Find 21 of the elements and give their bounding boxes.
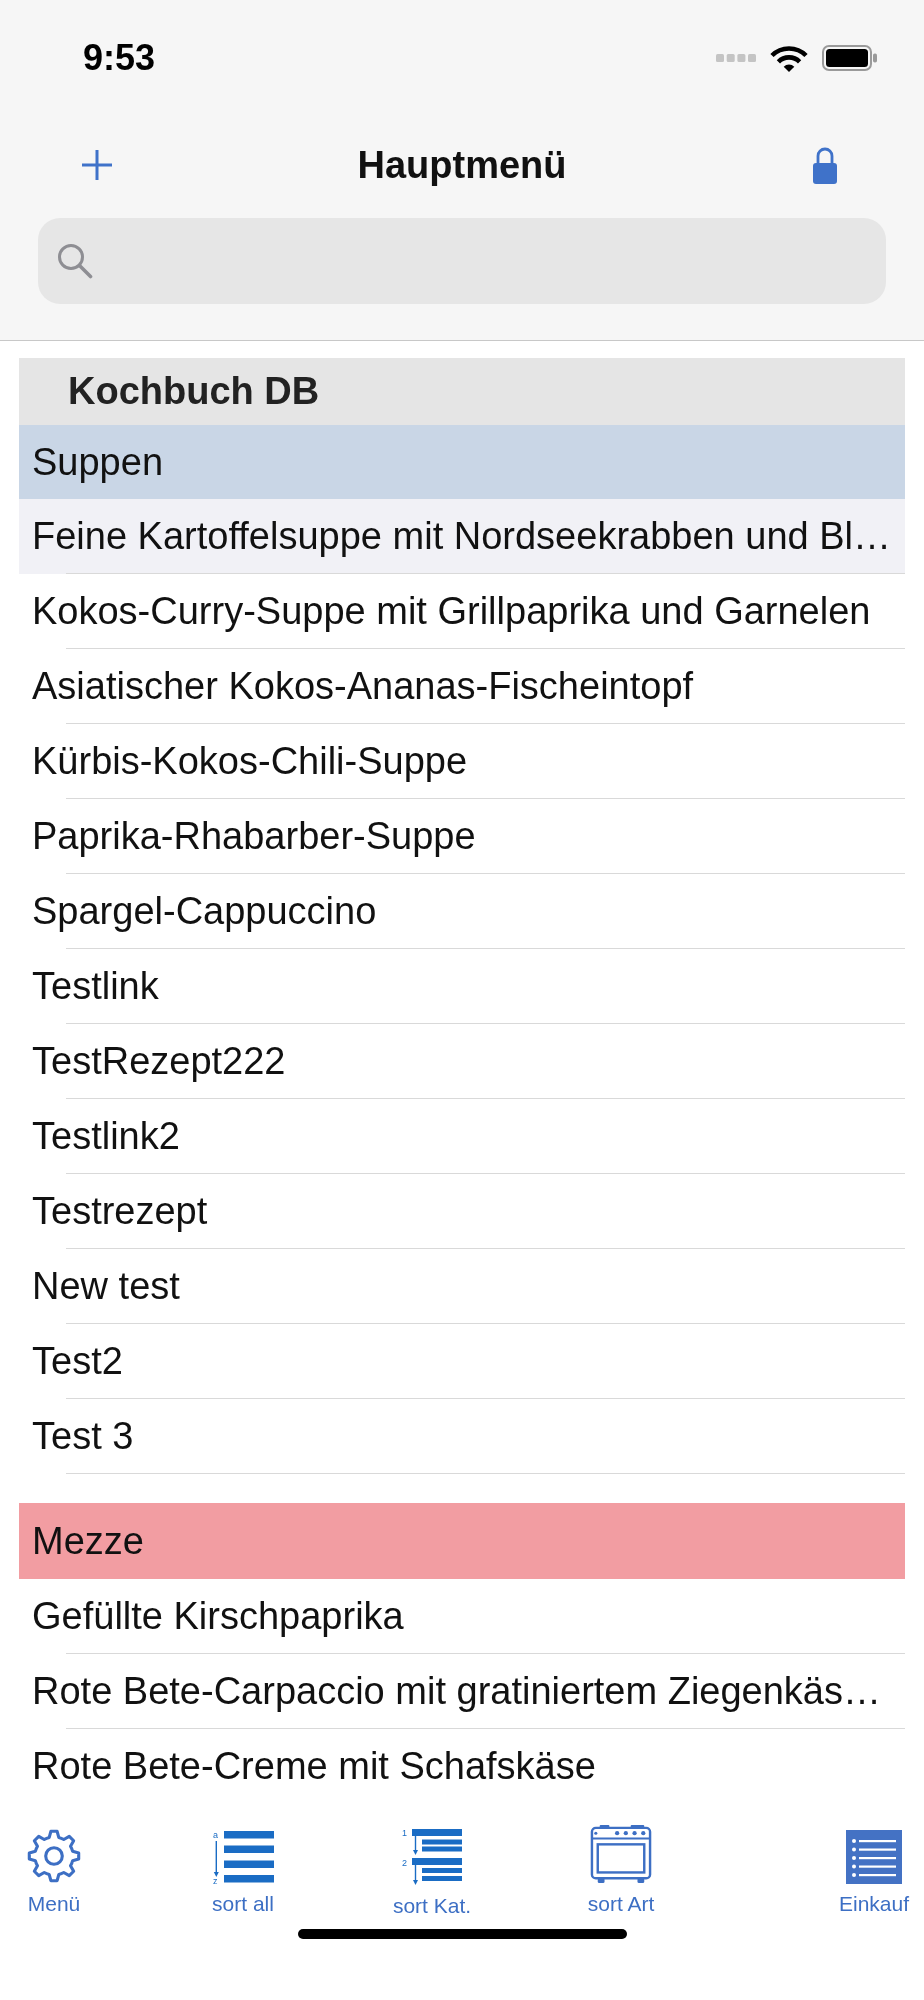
wifi-icon xyxy=(769,43,809,73)
list-icon xyxy=(846,1830,902,1884)
tab-button[interactable]: Einkauf xyxy=(836,1828,912,1918)
plus-icon[interactable] xyxy=(80,148,114,182)
search-icon xyxy=(57,243,93,279)
signal-icon xyxy=(716,54,756,62)
gear-icon xyxy=(26,1828,82,1884)
status-time: 9:53 xyxy=(83,37,156,79)
recipe-row[interactable]: Feine Kartoffelsuppe mit Nordseekrabben und Bl… xyxy=(19,499,905,574)
tab-button[interactable]: a z sort all xyxy=(193,1828,293,1918)
screen-title: Hauptmenü xyxy=(357,143,567,187)
search-field[interactable] xyxy=(38,218,886,304)
tab-button[interactable]: sort Art xyxy=(571,1828,671,1918)
list-title: Kochbuch DB xyxy=(19,358,905,425)
section-header: Mezze xyxy=(19,1503,905,1579)
oven-icon xyxy=(590,1824,652,1886)
section-header: Suppen xyxy=(19,425,905,499)
battery-icon xyxy=(822,45,878,71)
tab-button[interactable]: Menü xyxy=(4,1828,104,1918)
lock-icon[interactable] xyxy=(812,146,838,184)
tab-button[interactable]: 1 2 sort Kat. xyxy=(382,1828,482,1918)
